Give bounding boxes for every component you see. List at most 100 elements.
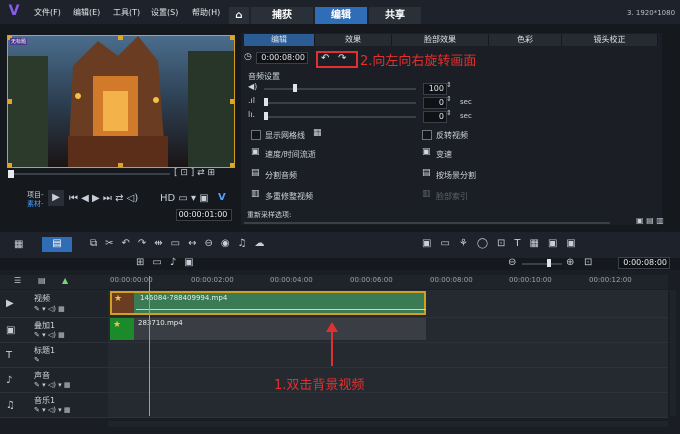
speed-lapse-button[interactable]: 速度/时间流逝 xyxy=(265,149,316,160)
track-header-video[interactable]: ▶ 视频 ✎ ▾ ◁) ▦ xyxy=(0,290,108,318)
preview-badge: 无标题 xyxy=(10,38,28,45)
tab-effects[interactable]: 效果 xyxy=(315,34,392,46)
menu-settings[interactable]: 设置(S) xyxy=(151,7,178,18)
variable-speed-button[interactable]: 变速 xyxy=(436,149,452,160)
fit-project-icon[interactable]: ⊡ xyxy=(584,257,592,268)
split-audio-button[interactable]: 分割音频 xyxy=(265,170,297,181)
menu-edit[interactable]: 编辑(E) xyxy=(73,7,100,18)
zoom-out-icon[interactable]: ⊖ xyxy=(508,257,516,268)
fade-out-knob[interactable] xyxy=(264,112,268,120)
preview-scrubber[interactable] xyxy=(10,173,170,175)
transport-controls[interactable]: ⏮ ◀ ▶ ⏭ ⇄ ◁) xyxy=(69,193,138,204)
fade-in-field[interactable]: 0 xyxy=(423,97,447,109)
resize-handle-top[interactable] xyxy=(118,36,123,40)
grid-icon[interactable]: ▦ xyxy=(313,129,322,138)
title-track-controls[interactable]: ✎ xyxy=(34,356,40,364)
tab-edit[interactable]: 编辑 xyxy=(315,7,367,24)
video-clip[interactable]: ★ 146084-788409994.mp4 xyxy=(110,291,426,315)
voice-track-controls[interactable]: ✎ ▾ ◁) ▾ ▦ xyxy=(34,381,71,389)
resize-handle-left[interactable] xyxy=(8,99,12,104)
resize-handle-right[interactable] xyxy=(230,99,234,104)
timeline-view-icon: ▤ xyxy=(52,238,62,249)
track-row-title[interactable] xyxy=(108,343,668,368)
tab-lens-correction[interactable]: 镜头校正 xyxy=(562,34,658,46)
resize-handle-br[interactable] xyxy=(230,163,234,167)
rotate-left-icon[interactable]: ↶ xyxy=(321,54,329,64)
timeline-vertical-scrollbar[interactable] xyxy=(670,290,676,416)
fade-out-unit: sec xyxy=(460,112,472,120)
add-track-icon[interactable]: ▤ xyxy=(38,276,46,285)
volume-slider-knob[interactable] xyxy=(293,84,297,92)
resize-handle-tr[interactable] xyxy=(230,36,234,40)
fade-out-stepper[interactable]: ⇕ xyxy=(446,109,452,117)
fade-in-slider[interactable] xyxy=(264,102,416,104)
video-clip-audio-line xyxy=(136,309,426,310)
track-list-icon[interactable]: ☰ xyxy=(14,276,21,285)
overlay-track-controls[interactable]: ✎ ▾ ◁) ▦ xyxy=(34,331,65,339)
ruler-label: 00:00:08:00 xyxy=(430,276,473,284)
show-grid-checkbox[interactable] xyxy=(251,130,261,140)
tab-color[interactable]: 色彩 xyxy=(489,34,562,46)
tab-edit-options[interactable]: 编辑 xyxy=(244,34,315,46)
track-tool-icons[interactable]: ⊞▭♪▣ xyxy=(136,257,202,268)
overlay-clip[interactable]: ★ 283710.mp4 xyxy=(110,318,426,340)
menu-help[interactable]: 帮助(H) xyxy=(192,7,220,18)
home-tab[interactable]: ⌂ xyxy=(229,7,249,24)
zoom-in-icon[interactable]: ⊕ xyxy=(566,257,574,268)
resize-handle-bottom[interactable] xyxy=(118,163,123,167)
edit-tool-icons[interactable]: ⧉✂↶↷⇹▭↔⊖◉♫☁ xyxy=(90,238,273,249)
play-button[interactable]: ▶ xyxy=(48,190,64,206)
music-track-icon: ♫ xyxy=(6,400,15,411)
tab-share[interactable]: 共享 xyxy=(369,7,421,24)
fade-in-knob[interactable] xyxy=(264,98,268,106)
playback-mode-icon[interactable]: V xyxy=(218,192,226,203)
scene-split-button[interactable]: 按场景分割 xyxy=(436,170,476,181)
reverse-video-checkbox[interactable] xyxy=(422,130,432,140)
tab-capture[interactable]: 捕获 xyxy=(251,7,313,24)
rotate-right-icon[interactable]: ↷ xyxy=(338,54,346,64)
reverse-video-label: 反转视频 xyxy=(436,131,468,140)
edit-panel-scrollbar[interactable] xyxy=(244,222,610,224)
ruler-label: 00:00:04:00 xyxy=(270,276,313,284)
menu-file[interactable]: 文件(F) xyxy=(34,7,61,18)
timeline-scrollbar[interactable] xyxy=(108,421,668,427)
track-row-music[interactable] xyxy=(108,393,668,418)
track-add-icon[interactable]: ▲ xyxy=(62,276,68,285)
panel-view-buttons[interactable]: ▣ ▤ ▥ xyxy=(636,216,664,225)
app-logo-icon: V xyxy=(8,3,20,19)
track-row-voice[interactable] xyxy=(108,368,668,393)
preview-window[interactable]: 无标题 xyxy=(7,35,235,168)
timeline-duration-field[interactable]: 0:00:08:00 xyxy=(618,257,670,269)
fade-out-field[interactable]: 0 xyxy=(423,111,447,123)
video-track-controls[interactable]: ✎ ▾ ◁) ▦ xyxy=(34,305,65,313)
timeline-view-button[interactable]: ▤ xyxy=(42,237,72,252)
effect-tool-icons[interactable]: ▣▭⚘◯⊡T▦▣▣ xyxy=(422,238,585,249)
fade-in-stepper[interactable]: ⇕ xyxy=(446,95,452,103)
multi-trim-button[interactable]: 多重修整视频 xyxy=(265,191,313,202)
duration-field[interactable]: 0:00:08:00 xyxy=(256,52,308,64)
clip-mode-label[interactable]: 素材- xyxy=(27,199,44,209)
storyboard-view-icon[interactable]: ▦ xyxy=(14,239,23,250)
trim-controls[interactable]: [ ⊡ ] ⇄ ⊞ xyxy=(174,168,215,178)
track-header-music[interactable]: ♫ 音乐1 ✎ ▾ ◁) ▾ ▦ xyxy=(0,393,108,418)
volume-slider[interactable] xyxy=(264,88,416,90)
zoom-slider[interactable] xyxy=(522,263,562,265)
playhead[interactable] xyxy=(149,276,150,416)
fade-in-unit: sec xyxy=(460,98,472,106)
music-track-controls[interactable]: ✎ ▾ ◁) ▾ ▦ xyxy=(34,406,71,414)
tab-face-effects[interactable]: 脸部效果 xyxy=(392,34,489,46)
zoom-knob[interactable] xyxy=(547,259,551,267)
ruler-label: 00:00:02:00 xyxy=(191,276,234,284)
volume-stepper[interactable]: ⇕ xyxy=(446,81,452,89)
timeline-ruler[interactable]: 00:00:00:00 00:00:02:00 00:00:04:00 00:0… xyxy=(108,275,668,289)
track-header-voice[interactable]: ♪ 声音 ✎ ▾ ◁) ▾ ▦ xyxy=(0,368,108,393)
fade-out-slider[interactable] xyxy=(264,116,416,118)
resize-handle-bl[interactable] xyxy=(8,163,12,167)
preview-timecode[interactable]: 00:00:01:00 xyxy=(176,209,232,221)
playback-options[interactable]: HD ▭ ▾ ▣ xyxy=(160,193,209,204)
volume-field[interactable]: 100 xyxy=(423,83,447,95)
scrubber-handle[interactable] xyxy=(8,170,14,178)
track-header-title[interactable]: T 标题1 ✎ xyxy=(0,343,108,368)
track-header-overlay[interactable]: ▣ 叠加1 ✎ ▾ ◁) ▦ xyxy=(0,318,108,343)
menu-tools[interactable]: 工具(T) xyxy=(113,7,140,18)
